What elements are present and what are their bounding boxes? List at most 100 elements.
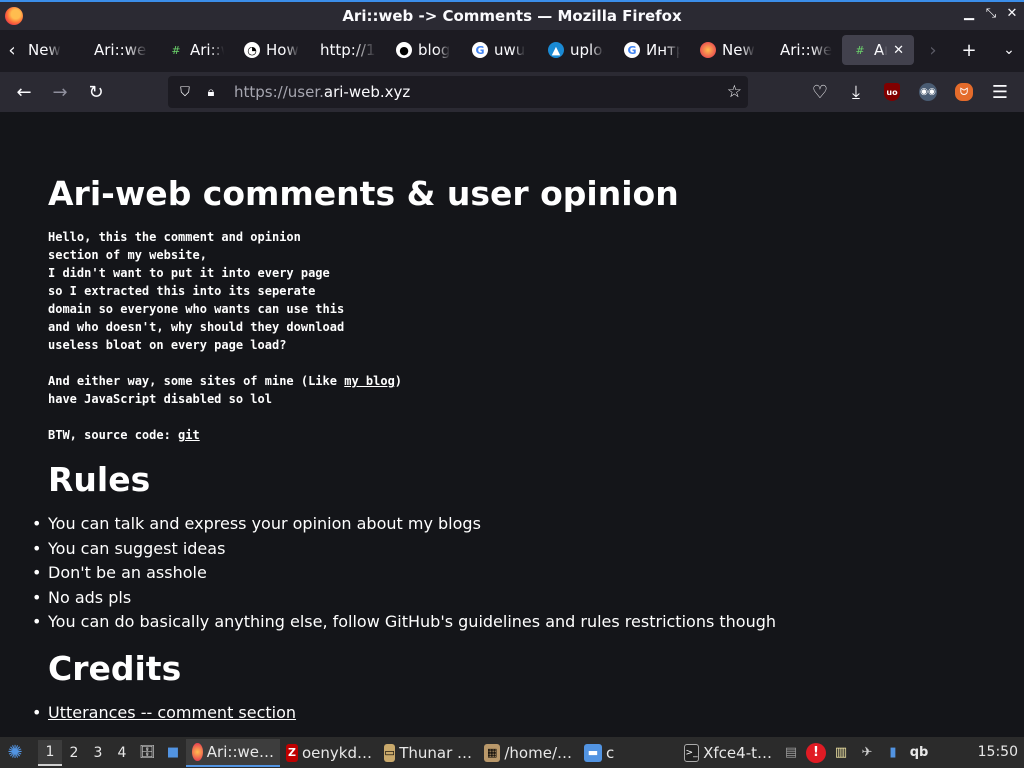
list-item: You can do basically anything else, foll… xyxy=(32,610,988,635)
workspace-2[interactable]: 2 xyxy=(62,740,86,766)
folder-icon: ▭ xyxy=(384,743,396,762)
list-item: Don't be an asshole xyxy=(32,561,988,586)
tab-label: Ari::web xyxy=(94,41,148,59)
url-domain: ari-web.xyz xyxy=(323,83,411,101)
js-line-text: And either way, some sites of mine (Like xyxy=(48,374,345,388)
tab-scroll-left-icon[interactable]: ‹ xyxy=(0,35,24,65)
globe-icon: ◔ xyxy=(244,42,260,58)
menu-icon[interactable]: ☰ xyxy=(982,76,1018,108)
tab-9[interactable]: New xyxy=(690,35,766,65)
tab-3[interactable]: ◔ How xyxy=(234,35,310,65)
list-all-tabs-icon[interactable]: ⌄ xyxy=(994,35,1024,65)
list-item: You can suggest ideas xyxy=(32,537,988,562)
tab-scroll-right-icon[interactable]: › xyxy=(918,35,948,65)
task-label: oenykd… xyxy=(302,743,372,762)
tab-6[interactable]: G uwu xyxy=(462,35,538,65)
credits-list: Utterances -- comment section xyxy=(32,701,988,726)
back-icon[interactable]: ← xyxy=(6,76,42,108)
minimize-icon[interactable]: ▁ xyxy=(960,6,978,21)
tab-label: Интр xyxy=(646,41,680,59)
task-label: Thunar … xyxy=(399,743,472,762)
utterances-link[interactable]: Utterances -- comment section xyxy=(48,703,296,722)
url-bar[interactable]: ⛉ 🔒︎ https://user.ari-web.xyz ☆ xyxy=(168,76,748,108)
close-tab-icon[interactable]: ✕ xyxy=(893,43,904,58)
tab-4[interactable]: http://127 xyxy=(310,35,386,65)
privacy-extension-icon[interactable]: ◉◉ xyxy=(910,76,946,108)
archive-icon: ▦ xyxy=(484,743,501,762)
tab-label: upload xyxy=(570,41,604,59)
source-text: BTW, source code: xyxy=(48,428,179,442)
ublock-icon[interactable]: uo xyxy=(874,76,910,108)
qbittorrent-icon[interactable]: qb xyxy=(908,742,930,764)
show-desktop-icon[interactable]: ■ xyxy=(162,742,184,764)
close-window-icon[interactable]: ✕ xyxy=(1003,6,1021,21)
rules-list: You can talk and express your opinion ab… xyxy=(32,512,988,635)
tab-active[interactable]: # Ari ✕ xyxy=(842,35,914,65)
brave-extension-icon[interactable]: ᗢ xyxy=(946,76,982,108)
tab-8[interactable]: G Интр xyxy=(614,35,690,65)
tab-0[interactable]: New xyxy=(24,35,80,65)
restore-icon[interactable]: ⤡ xyxy=(982,6,1000,21)
firefox-icon xyxy=(700,42,716,58)
url-text[interactable]: https://user.ari-web.xyz xyxy=(234,83,410,101)
tab-2[interactable]: # Ari::web xyxy=(158,35,234,65)
forward-icon[interactable]: → xyxy=(42,76,78,108)
hash-icon: # xyxy=(855,43,865,57)
task-label: Ari::we… xyxy=(206,742,274,761)
git-link[interactable]: git xyxy=(178,428,200,442)
workspace-1[interactable]: 1 xyxy=(38,739,62,766)
tab-1[interactable]: Ari::web xyxy=(80,35,158,65)
rules-heading: Rules xyxy=(48,460,151,499)
google-icon: G xyxy=(624,42,640,58)
alert-icon[interactable]: ! xyxy=(806,742,826,763)
network-icon[interactable]: ✈ xyxy=(856,742,878,764)
task-thunar[interactable]: ▭ Thunar … xyxy=(378,739,478,767)
tab-10[interactable]: Ari::web xyxy=(766,35,842,65)
file-manager-icon[interactable]: 🗄︎ xyxy=(136,742,158,764)
list-item: You can talk and express your opinion ab… xyxy=(32,512,988,537)
tab-label: Ari xyxy=(874,41,887,59)
task-filezilla[interactable]: Z oenykd… xyxy=(280,739,378,767)
reload-icon[interactable]: ↻ xyxy=(78,76,114,108)
navigation-toolbar: ← → ↻ ⛉ 🔒︎ https://user.ari-web.xyz ☆ ♡ … xyxy=(0,72,1024,112)
whisker-menu-icon[interactable]: ✺ xyxy=(4,742,26,764)
tab-strip: ‹ New Ari::web # Ari::web ◔ How http://1… xyxy=(0,30,1024,70)
tab-label: uwu xyxy=(494,41,526,59)
tab-label: New xyxy=(28,41,61,59)
updates-icon[interactable]: ▮ xyxy=(882,742,904,764)
intro-text: Hello, this the comment and opinion secti… xyxy=(48,228,988,444)
terminal-icon: >_ xyxy=(684,743,700,762)
downloads-icon[interactable]: ⤓ xyxy=(838,76,874,108)
upload-icon: ▲ xyxy=(548,42,564,58)
intro-line: and who doesn't, why should they downloa… xyxy=(48,320,345,334)
github-icon: ● xyxy=(396,42,412,58)
workspace-4[interactable]: 4 xyxy=(110,740,134,766)
tab-label: Ari::web xyxy=(780,41,832,59)
pocket-icon[interactable]: ♡ xyxy=(802,76,838,108)
shield-icon[interactable]: ⛉ xyxy=(176,83,194,101)
notes-icon[interactable]: ▥ xyxy=(830,742,852,764)
task-terminal[interactable]: >_ Xfce4-t… xyxy=(678,739,778,767)
new-tab-icon[interactable]: + xyxy=(954,35,984,65)
workspace-3[interactable]: 3 xyxy=(86,740,110,766)
firefox-logo-icon xyxy=(5,7,23,25)
my-blog-link[interactable]: my blog xyxy=(344,374,395,388)
lock-icon[interactable]: 🔒︎ xyxy=(202,83,220,101)
page-content: Ari-web comments & user opinion Hello, t… xyxy=(32,174,988,726)
task-firefox[interactable]: Ari::we… xyxy=(186,738,280,767)
clipboard-icon[interactable]: ▤ xyxy=(780,742,802,764)
task-folder[interactable]: ▬ c xyxy=(578,739,678,767)
bookmark-star-icon[interactable]: ☆ xyxy=(727,82,742,102)
task-label: /home/… xyxy=(504,743,572,762)
credits-heading: Credits xyxy=(48,648,182,688)
clock[interactable]: 15:50 xyxy=(978,744,1018,760)
tab-5[interactable]: ● blog xyxy=(386,35,462,65)
task-archive[interactable]: ▦ /home/… xyxy=(478,739,578,767)
intro-line: domain so everyone who wants can use thi… xyxy=(48,302,345,316)
tab-label: http://127 xyxy=(320,41,376,59)
tab-7[interactable]: ▲ upload xyxy=(538,35,614,65)
tab-label: New xyxy=(722,41,755,59)
tab-label: blog xyxy=(418,41,451,59)
hash-icon: # xyxy=(171,43,181,57)
folder-icon: ▬ xyxy=(584,743,602,762)
